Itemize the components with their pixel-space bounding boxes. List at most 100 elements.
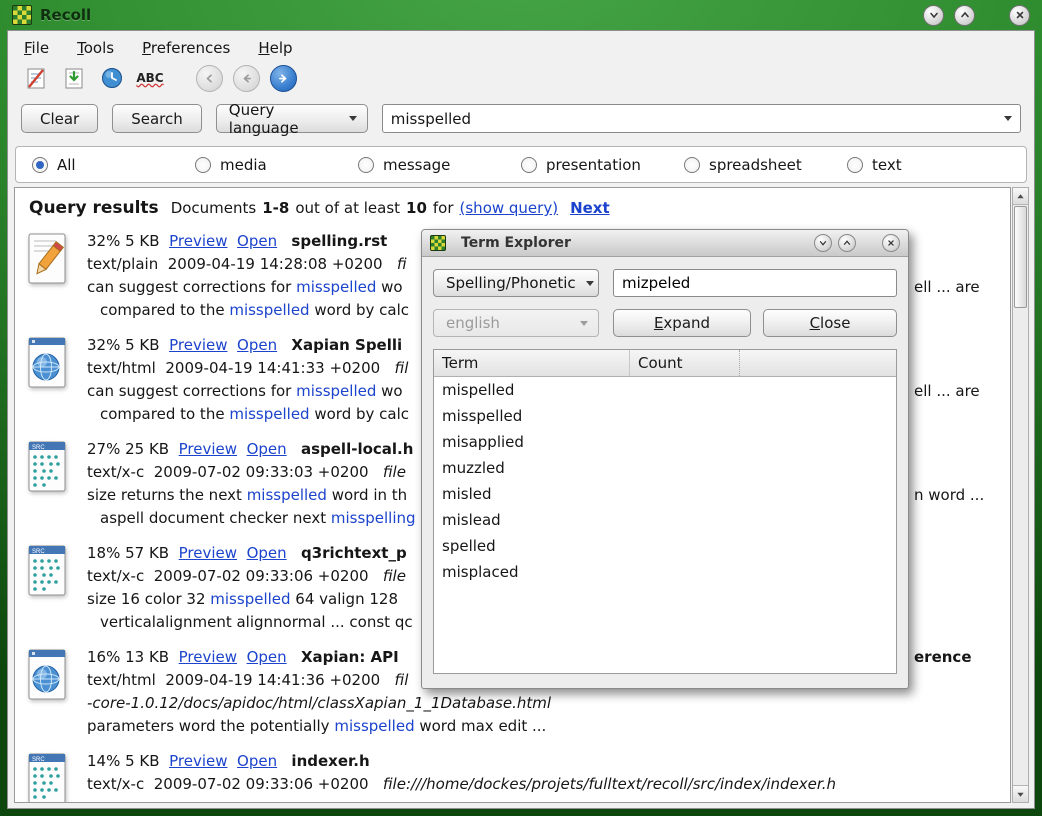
term-row[interactable]: misspelled xyxy=(434,403,896,429)
desktop-background: Recoll File Tools Preferences Help xyxy=(0,0,1042,816)
result-text: can suggest corrections for xyxy=(87,278,296,296)
result-text: fil xyxy=(395,671,409,689)
term-explorer-abc-icon[interactable]: ABC xyxy=(136,64,164,92)
overflow-text-fragment: ell ... are xyxy=(914,380,980,403)
count-column-header[interactable]: Count xyxy=(630,350,740,376)
result-text: misspelled xyxy=(334,717,414,735)
result-text: compared to the xyxy=(100,405,229,423)
term-row[interactable]: mislead xyxy=(434,507,896,533)
open-link[interactable]: Open xyxy=(247,648,287,666)
menu-help[interactable]: Help xyxy=(258,39,292,57)
dialog-minimize-button[interactable] xyxy=(814,234,832,252)
term-input[interactable] xyxy=(613,269,897,297)
preview-link[interactable]: Preview xyxy=(169,232,227,250)
result-text: wo xyxy=(376,278,402,296)
window-controls xyxy=(923,5,1030,26)
filter-radio-all[interactable]: All xyxy=(32,156,195,174)
term-cell: misled xyxy=(434,485,630,503)
next-page-link[interactable]: Next xyxy=(570,199,610,217)
open-link[interactable]: Open xyxy=(247,544,287,562)
term-row[interactable]: mispelled xyxy=(434,377,896,403)
update-index-icon[interactable] xyxy=(60,64,88,92)
show-query-link[interactable]: (show query) xyxy=(460,199,559,217)
history-icon[interactable] xyxy=(98,64,126,92)
term-cell: muzzled xyxy=(434,459,630,477)
dialog-maximize-button[interactable] xyxy=(838,234,856,252)
menu-preferences[interactable]: Preferences xyxy=(142,39,230,57)
filter-radio-text[interactable]: text xyxy=(847,156,1010,174)
dialog-close-button[interactable] xyxy=(882,234,900,252)
filter-label: text xyxy=(872,156,902,174)
arrow-up-icon xyxy=(1016,192,1025,201)
search-query-combo[interactable] xyxy=(382,104,1021,133)
result-text: text/plain 2009-04-19 14:28:08 +0200 xyxy=(87,255,397,273)
nav-back-button[interactable] xyxy=(233,65,260,92)
language-select: english xyxy=(433,309,599,337)
clear-search-icon[interactable] xyxy=(22,64,50,92)
open-link[interactable]: Open xyxy=(237,336,277,354)
term-explorer-title: Term Explorer xyxy=(461,235,571,251)
scroll-down-button[interactable] xyxy=(1013,785,1028,802)
text-file-icon xyxy=(25,230,87,322)
term-row[interactable]: spelled xyxy=(434,533,896,559)
filter-radio-presentation[interactable]: presentation xyxy=(521,156,684,174)
out-of-label: out of at least xyxy=(295,199,400,217)
term-row[interactable]: misled xyxy=(434,481,896,507)
open-link[interactable]: Open xyxy=(247,440,287,458)
source-file-icon: SRC xyxy=(25,542,87,634)
search-history-dropdown[interactable] xyxy=(996,105,1020,132)
result-text: misspelled xyxy=(296,278,376,296)
dialog-close-action-button[interactable]: Close xyxy=(763,309,897,337)
result-text xyxy=(237,544,247,562)
preview-link[interactable]: Preview xyxy=(179,544,237,562)
menu-file[interactable]: File xyxy=(24,39,49,57)
search-input[interactable] xyxy=(383,110,996,128)
chevron-down-icon xyxy=(349,116,357,121)
preview-link[interactable]: Preview xyxy=(179,648,237,666)
filter-label: spreadsheet xyxy=(709,156,802,174)
term-column-header[interactable]: Term xyxy=(434,350,630,376)
term-cell: misplaced xyxy=(434,563,630,581)
result-text xyxy=(277,336,291,354)
nav-first-button[interactable] xyxy=(196,65,223,92)
menu-tools[interactable]: Tools xyxy=(77,39,114,57)
preview-link[interactable]: Preview xyxy=(179,440,237,458)
minimize-button[interactable] xyxy=(923,5,944,26)
scroll-up-button[interactable] xyxy=(1013,188,1028,205)
preview-link[interactable]: Preview xyxy=(169,336,227,354)
term-row[interactable]: misplaced xyxy=(434,559,896,585)
result-text xyxy=(277,232,291,250)
window-titlebar[interactable]: Recoll xyxy=(0,0,1042,30)
nav-forward-button[interactable] xyxy=(270,65,297,92)
scrollbar-thumb[interactable] xyxy=(1014,206,1027,308)
query-language-select[interactable]: Query language xyxy=(216,104,368,133)
open-link[interactable]: Open xyxy=(237,752,277,770)
term-mode-select[interactable]: Spelling/Phonetic xyxy=(433,269,599,297)
recoll-window: File Tools Preferences Help ABC xyxy=(7,30,1035,809)
result-text: 32% 5 KB xyxy=(87,232,169,250)
maximize-button[interactable] xyxy=(954,5,975,26)
term-row[interactable]: misapplied xyxy=(434,429,896,455)
filter-radio-spreadsheet[interactable]: spreadsheet xyxy=(684,156,847,174)
svg-text:SRC: SRC xyxy=(32,445,45,451)
result-text: misspelled xyxy=(296,382,376,400)
close-button[interactable] xyxy=(1009,5,1030,26)
filter-radio-media[interactable]: media xyxy=(195,156,358,174)
result-text: word by calc xyxy=(310,405,409,423)
term-row[interactable]: muzzled xyxy=(434,455,896,481)
result-text: indexer.h xyxy=(291,752,369,770)
result-range: 1-8 xyxy=(262,199,289,217)
results-scrollbar[interactable] xyxy=(1012,187,1029,803)
term-explorer-titlebar[interactable]: Term Explorer xyxy=(422,230,908,257)
category-filter-bar: Allmediamessagepresentation spreadsheet te… xyxy=(15,146,1027,183)
clear-button[interactable]: Clear xyxy=(21,104,98,133)
term-cell: misspelled xyxy=(434,407,630,425)
result-text: word max edit ... xyxy=(415,717,547,735)
html-file-icon xyxy=(25,334,87,426)
open-link[interactable]: Open xyxy=(237,232,277,250)
preview-link[interactable]: Preview xyxy=(169,752,227,770)
result-text: 27% 25 KB xyxy=(87,440,179,458)
search-button[interactable]: Search xyxy=(112,104,202,133)
filter-radio-message[interactable]: message xyxy=(358,156,521,174)
expand-button[interactable]: Expand xyxy=(613,309,751,337)
